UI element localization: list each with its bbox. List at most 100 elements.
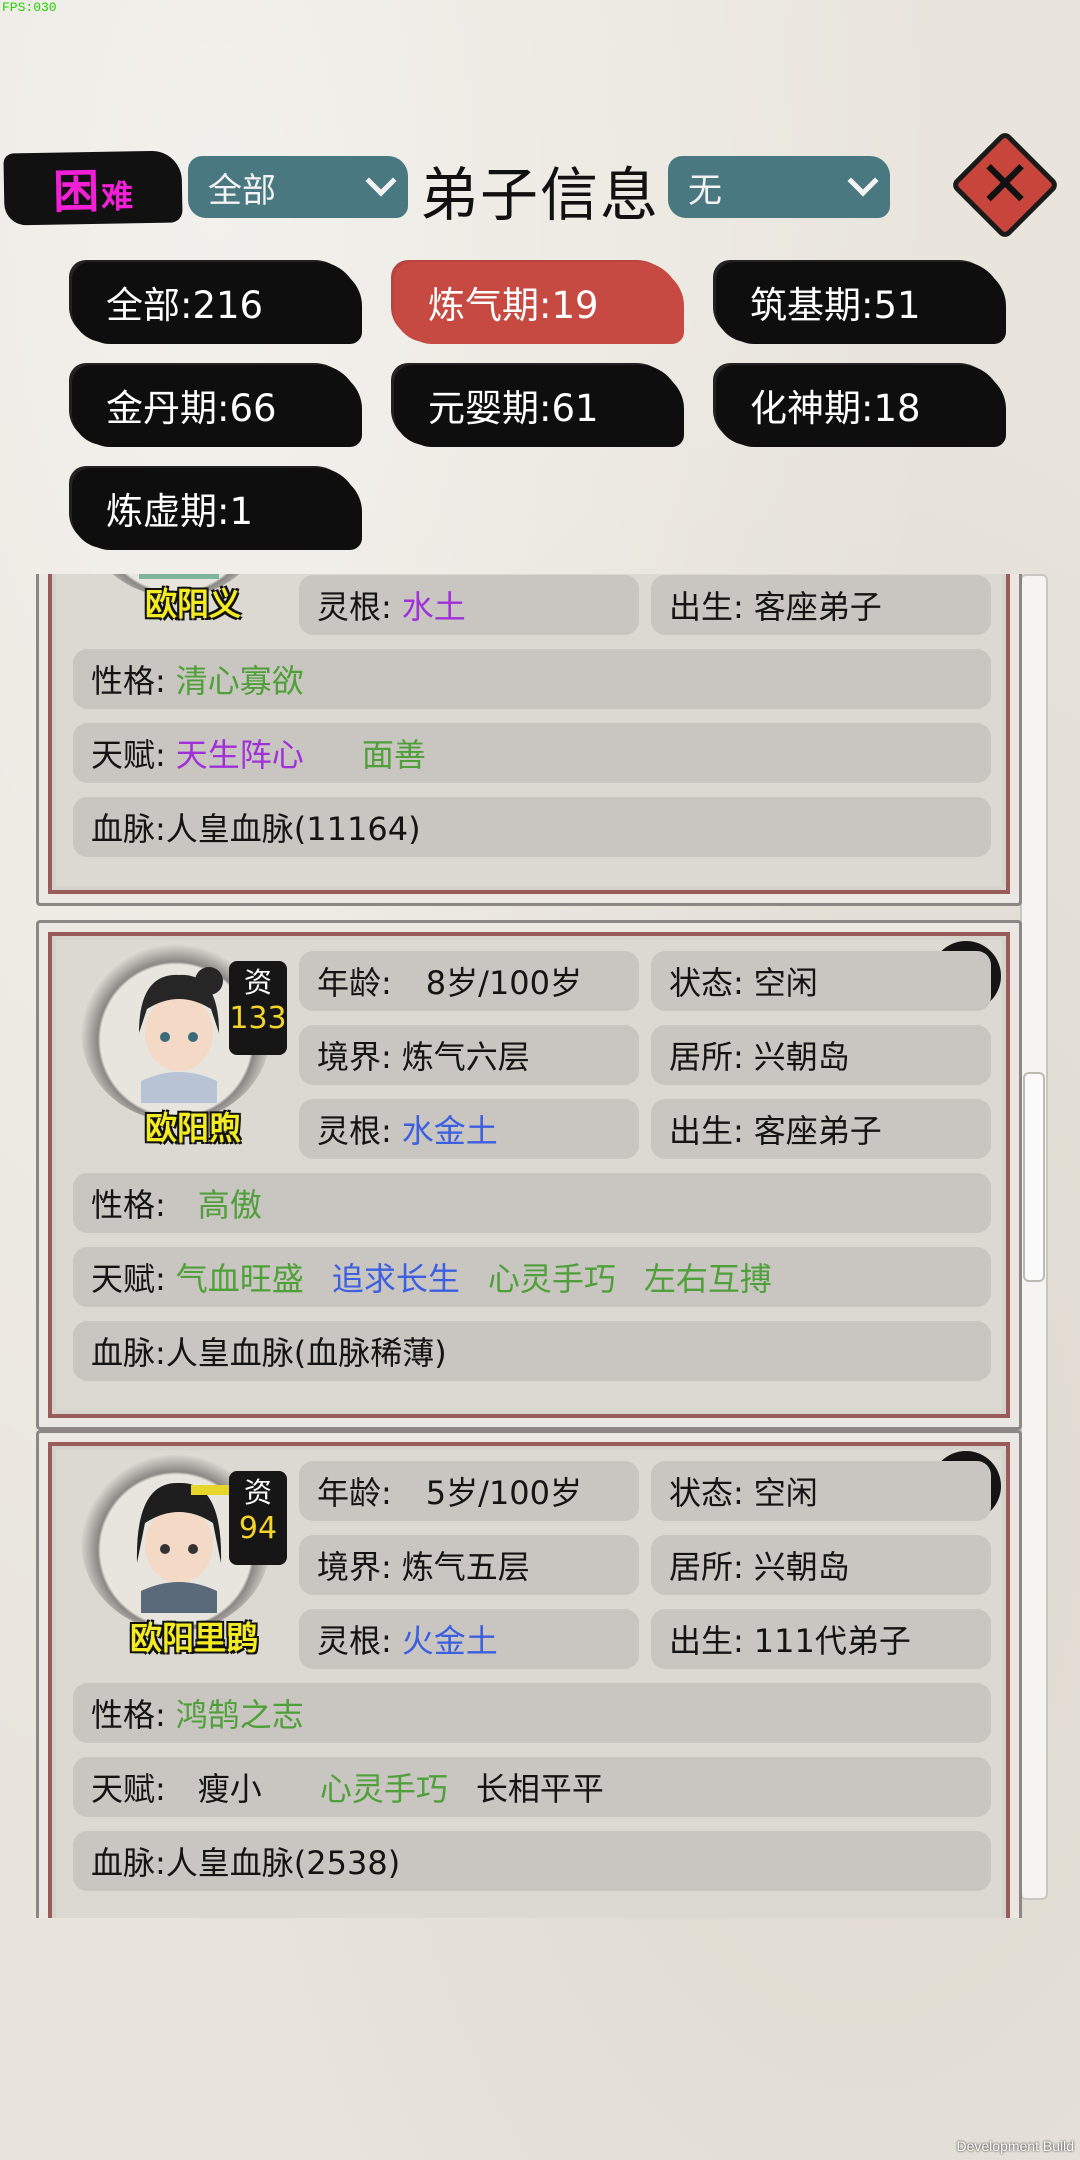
root-label: 灵根: (317, 1112, 392, 1150)
status-label: 状态: (669, 1474, 744, 1512)
difficulty-badge: 困 难 (3, 150, 183, 226)
personality-label: 性格: (91, 662, 166, 700)
secondary-filter-dropdown[interactable]: 无 (668, 156, 890, 218)
root-field: 灵根: 火金土 (299, 1609, 639, 1669)
talent-value: 长相平平 (475, 1770, 604, 1808)
talent-field: 天赋: 瘦小 心灵手巧 长相平平 (73, 1757, 991, 1817)
age-label: 年龄: (317, 1474, 392, 1512)
realm-filter-label: 化神期:18 (750, 387, 921, 430)
disciple-name: 欧阳煦 (144, 1109, 241, 1147)
close-icon[interactable]: ✕ (970, 142, 1040, 228)
realm-filter-label: 元婴期:61 (428, 387, 599, 430)
origin-label: 出生: (669, 1622, 744, 1660)
root-value: 水土 (401, 588, 466, 626)
talent-field: 天赋: 天生阵心 面善 (73, 723, 991, 783)
personality-label: 性格: (91, 1186, 166, 1224)
talent-label: 天赋: (91, 1260, 166, 1298)
realm-filter-spirit-severing[interactable]: 化神期:18 (716, 365, 1002, 445)
realm-filter-label: 炼虚期:1 (106, 490, 254, 533)
talent-value: 左右互搏 (643, 1260, 772, 1298)
realm-filter-golden-core[interactable]: 金丹期:66 (72, 365, 358, 445)
realm-field: 境界: 炼气五层 (299, 1535, 639, 1595)
root-value: 水金土 (401, 1112, 498, 1150)
realm-filter-nascent-soul[interactable]: 元婴期:61 (394, 365, 680, 445)
root-value: 火金土 (401, 1622, 498, 1660)
origin-value: 111代弟子 (753, 1622, 911, 1660)
realm-field: 境界: 炼气六层 (299, 1025, 639, 1085)
talent-value: 气血旺盛 (175, 1260, 304, 1298)
bloodline-label: 血脉: (91, 810, 166, 848)
difficulty-sub-char: 难 (100, 177, 134, 216)
personality-label: 性格: (91, 1696, 166, 1734)
realm-filter-void-refining[interactable]: 炼虚期:1 (72, 468, 358, 548)
age-field: 年龄: 8岁/100岁 (299, 951, 639, 1011)
talent-value: 瘦小 (197, 1770, 262, 1808)
bloodline-field: 血脉: 人皇血脉(血脉稀薄) (73, 1321, 991, 1381)
category-filter-dropdown[interactable]: 全部 (188, 156, 408, 218)
age-field: 年龄: 5岁/100岁 (299, 1461, 639, 1521)
status-label: 状态: (669, 964, 744, 1002)
page-title: 弟子信息 (420, 161, 661, 229)
bloodline-label: 血脉: (91, 1844, 166, 1882)
disciple-list[interactable]: 欧阳义 灵根: 水土 出生: 客座弟子 性格: 清心寡欲 天赋: 天生阵心 面善… (36, 574, 1022, 1918)
list-scrollbar-thumb[interactable] (1023, 1072, 1045, 1282)
age-value: 5岁/100岁 (425, 1474, 583, 1512)
realm-filter-foundation[interactable]: 筑基期:51 (716, 262, 1002, 342)
age-label: 年龄: (317, 964, 392, 1002)
residence-value: 兴朝岛 (753, 1548, 850, 1586)
realm-filter-label: 金丹期:66 (106, 387, 277, 430)
realm-filter-qi-refining[interactable]: 炼气期:19 (394, 262, 680, 342)
age-value: 8岁/100岁 (425, 964, 583, 1002)
bloodline-value: 人皇血脉(11164) (165, 810, 421, 848)
aptitude-value: 94 (238, 1511, 278, 1546)
aptitude-value: 133 (229, 1001, 287, 1036)
talent-value: 心灵手巧 (487, 1260, 616, 1298)
talent-value: 面善 (361, 736, 426, 774)
origin-value: 客座弟子 (753, 1112, 882, 1150)
realm-filter-label: 筑基期:51 (750, 284, 921, 327)
disciple-card[interactable]: 资 94 欧阳里鹍 卸 年龄: 5岁/100岁 状态: 空闲 境界: 炼气五层 … (36, 1430, 1022, 1918)
residence-field: 居所: 兴朝岛 (651, 1025, 991, 1085)
status-field: 状态: 空闲 (651, 951, 991, 1011)
talent-field: 天赋: 气血旺盛 追求长生 心灵手巧 左右互搏 (73, 1247, 991, 1307)
root-label: 灵根: (317, 588, 392, 626)
residence-value: 兴朝岛 (753, 1038, 850, 1076)
bloodline-field: 血脉: 人皇血脉(11164) (73, 797, 991, 857)
status-value: 空闲 (753, 1474, 818, 1512)
disciple-portrait-icon (139, 967, 223, 1103)
origin-label: 出生: (669, 1112, 744, 1150)
residence-label: 居所: (669, 1548, 744, 1586)
realm-filter-all[interactable]: 全部:216 (72, 262, 358, 342)
realm-value: 炼气六层 (401, 1038, 530, 1076)
origin-field: 出生: 客座弟子 (651, 575, 991, 635)
realm-label: 境界: (317, 1548, 392, 1586)
origin-value: 客座弟子 (753, 588, 882, 626)
talent-label: 天赋: (91, 1770, 166, 1808)
fps-counter: FPS:030 (2, 0, 57, 15)
talent-value: 心灵手巧 (319, 1770, 448, 1808)
realm-filter-label: 全部:216 (106, 284, 264, 327)
disciple-card[interactable]: 资 133 欧阳煦 卸 年龄: 8岁/100岁 状态: 空闲 境界: 炼气六层 … (36, 920, 1022, 1430)
origin-label: 出生: (669, 588, 744, 626)
realm-filter-label: 炼气期:19 (428, 284, 599, 327)
personality-value: 高傲 (197, 1186, 262, 1224)
residence-field: 居所: 兴朝岛 (651, 1535, 991, 1595)
aptitude-label: 资 (243, 1476, 272, 1509)
bloodline-field: 血脉: 人皇血脉(2538) (73, 1831, 991, 1891)
disciple-card[interactable]: 欧阳义 灵根: 水土 出生: 客座弟子 性格: 清心寡欲 天赋: 天生阵心 面善… (36, 574, 1022, 906)
talent-value: 天生阵心 (175, 736, 304, 774)
residence-label: 居所: (669, 1038, 744, 1076)
secondary-filter-value: 无 (688, 170, 722, 211)
talent-value: 追求长生 (331, 1260, 460, 1298)
origin-field: 出生: 客座弟子 (651, 1099, 991, 1159)
bloodline-value: 人皇血脉(血脉稀薄) (165, 1334, 447, 1372)
status-value: 空闲 (753, 964, 818, 1002)
development-build-label: Development Build (956, 2138, 1074, 2154)
talent-label: 天赋: (91, 736, 166, 774)
bloodline-label: 血脉: (91, 1334, 166, 1372)
disciple-portrait-icon (136, 1482, 231, 1613)
personality-value: 清心寡欲 (175, 662, 304, 700)
root-field: 灵根: 水土 (299, 575, 639, 635)
bloodline-value: 人皇血脉(2538) (165, 1844, 401, 1882)
personality-field: 性格: 高傲 (73, 1173, 991, 1233)
